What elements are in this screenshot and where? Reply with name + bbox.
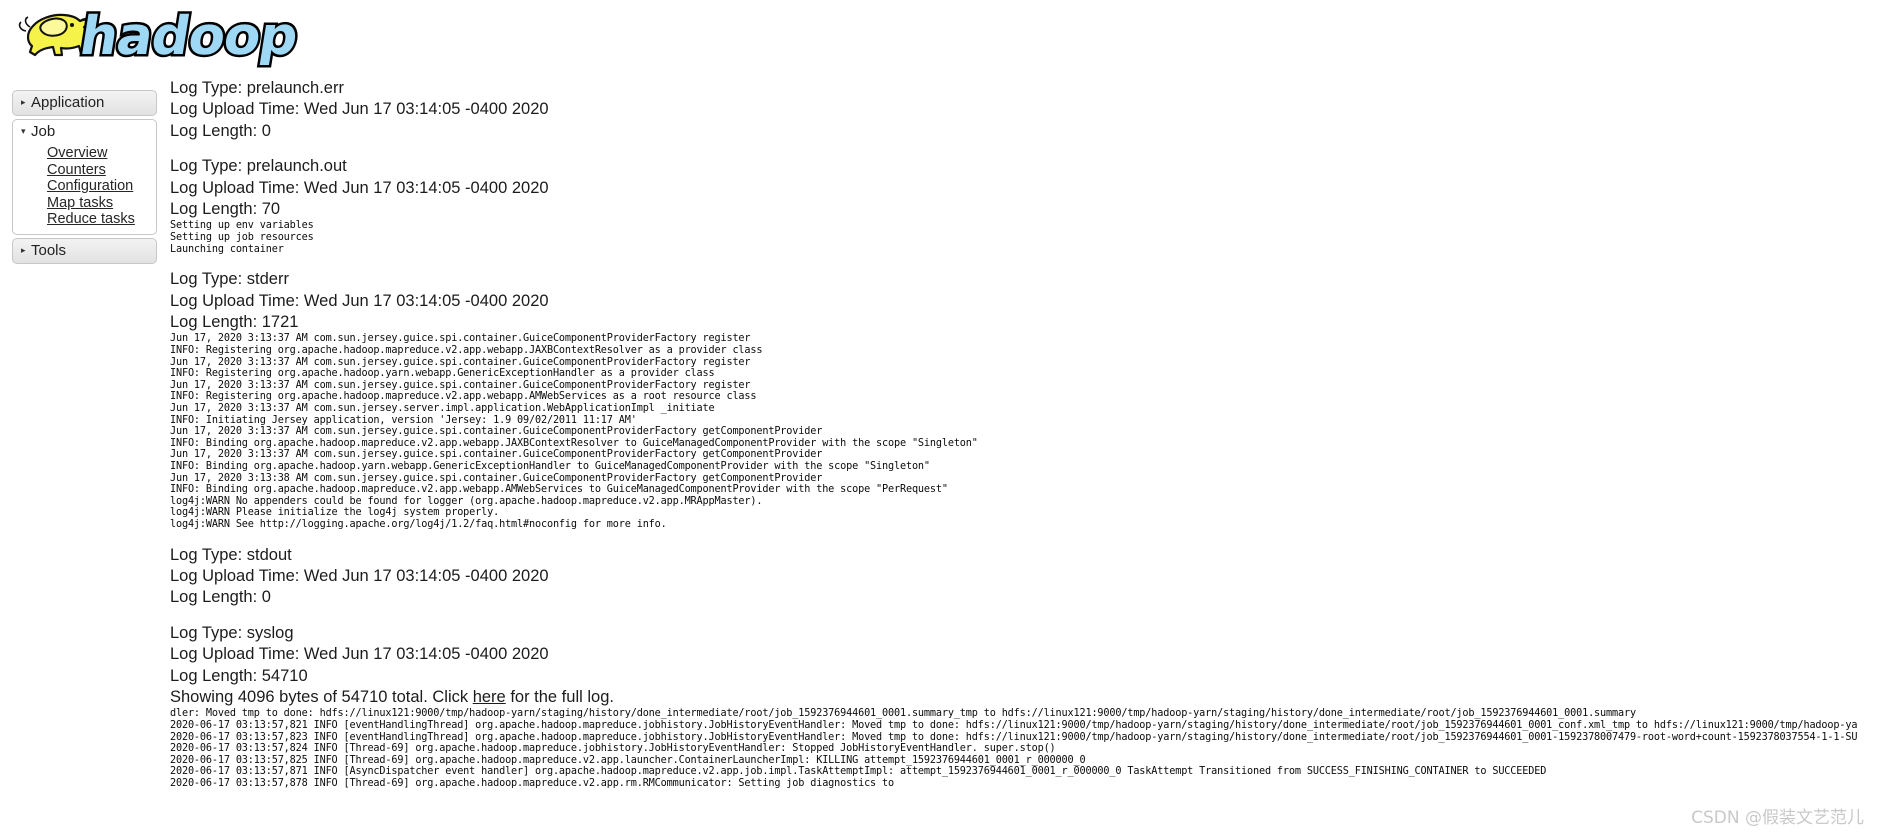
log-upload-time: Log Upload Time: Wed Jun 17 03:14:05 -04… — [170, 178, 549, 197]
log-length: Log Length: 1721 — [170, 313, 299, 332]
sidebar-item-map-tasks-link[interactable]: Map tasks — [47, 195, 113, 211]
sidebar-section-job-header[interactable]: ▾ Job — [13, 120, 156, 144]
log-upload-time: Log Upload Time: Wed Jun 17 03:14:05 -04… — [170, 100, 549, 119]
page-header: hadoop — [0, 0, 1878, 72]
chevron-right-icon: ▸ — [21, 97, 26, 107]
full-log-link[interactable]: here — [473, 688, 506, 706]
sidebar-nav: ▸ Application ▾ Job Overview Counters Conf… — [12, 90, 157, 267]
log-type: Log Type: stdout — [170, 545, 292, 564]
log-content: Log Type: prelaunch.err Log Upload Time:… — [170, 78, 1878, 836]
log-type: Log Type: syslog — [170, 623, 294, 642]
log-type: Log Type: stderr — [170, 270, 289, 289]
log-body: dler: Moved tmp to done: hdfs://linux121… — [170, 708, 1858, 789]
sidebar-section-tools[interactable]: ▸ Tools — [12, 237, 157, 264]
log-length: Log Length: 54710 — [170, 666, 308, 685]
log-upload-time: Log Upload Time: Wed Jun 17 03:14:05 -04… — [170, 566, 549, 585]
log-viewer-page: hadoop ▸ Application ▾ Job Overview Counte… — [0, 0, 1878, 836]
showing-prefix: Showing 4096 bytes of 54710 total. Click — [170, 687, 473, 706]
log-block-syslog: Log Type: syslog Log Upload Time: Wed Ju… — [170, 623, 1878, 790]
sidebar-item-map-tasks[interactable]: Map tasks — [13, 195, 156, 212]
sidebar-section-application-header[interactable]: ▸ Application — [13, 91, 156, 115]
sidebar-job-links: Overview Counters Configuration Map task… — [13, 144, 156, 234]
sidebar-section-job[interactable]: ▾ Job Overview Counters Configuration Map… — [12, 119, 157, 235]
sidebar-item-counters-link[interactable]: Counters — [47, 162, 106, 178]
sidebar-item-overview-link[interactable]: Overview — [47, 145, 107, 161]
showing-suffix: for the full log. — [505, 687, 614, 706]
chevron-down-icon: ▾ — [21, 126, 26, 136]
log-body: Jun 17, 2020 3:13:37 AM com.sun.jersey.g… — [170, 333, 978, 530]
log-block-prelaunch-out: Log Type: prelaunch.out Log Upload Time:… — [170, 156, 1878, 255]
log-type: Log Type: prelaunch.err — [170, 79, 344, 97]
log-block-stdout: Log Type: stdout Log Upload Time: Wed Ju… — [170, 545, 1878, 609]
sidebar-item-configuration[interactable]: Configuration — [13, 178, 156, 195]
log-length: Log Length: 70 — [170, 200, 281, 219]
hadoop-wordmark: hadoop — [73, 2, 304, 70]
showing-truncation-notice: Showing 4096 bytes of 54710 total. Click… — [170, 687, 1878, 708]
sidebar-section-job-label: Job — [31, 123, 56, 140]
log-length: Log Length: 0 — [170, 588, 271, 607]
sidebar-item-reduce-tasks-link[interactable]: Reduce tasks — [47, 211, 135, 227]
sidebar-section-application[interactable]: ▸ Application — [12, 90, 157, 116]
log-length: Log Length: 0 — [170, 121, 271, 140]
log-block-prelaunch-err: Log Type: prelaunch.err Log Upload Time:… — [170, 78, 1878, 142]
sidebar-item-configuration-link[interactable]: Configuration — [47, 178, 133, 194]
sidebar-section-tools-label: Tools — [31, 241, 67, 259]
log-type: Log Type: prelaunch.out — [170, 157, 347, 176]
hadoop-logo: hadoop — [14, 2, 314, 70]
sidebar-item-counters[interactable]: Counters — [13, 162, 156, 179]
sidebar-item-overview[interactable]: Overview — [13, 145, 156, 162]
svg-text:hadoop: hadoop — [76, 4, 302, 67]
sidebar-section-application-label: Application — [31, 94, 105, 111]
log-upload-time: Log Upload Time: Wed Jun 17 03:14:05 -04… — [170, 645, 549, 664]
log-upload-time: Log Upload Time: Wed Jun 17 03:14:05 -04… — [170, 291, 549, 310]
log-body: Setting up env variables Setting up job … — [170, 220, 314, 255]
sidebar-item-reduce-tasks[interactable]: Reduce tasks — [13, 211, 156, 228]
csdn-watermark: CSDN @假装文艺范儿 — [1691, 808, 1864, 828]
sidebar-section-tools-header[interactable]: ▸ Tools — [13, 239, 156, 263]
log-block-stderr: Log Type: stderr Log Upload Time: Wed Ju… — [170, 269, 1878, 530]
chevron-right-icon: ▸ — [21, 244, 26, 255]
